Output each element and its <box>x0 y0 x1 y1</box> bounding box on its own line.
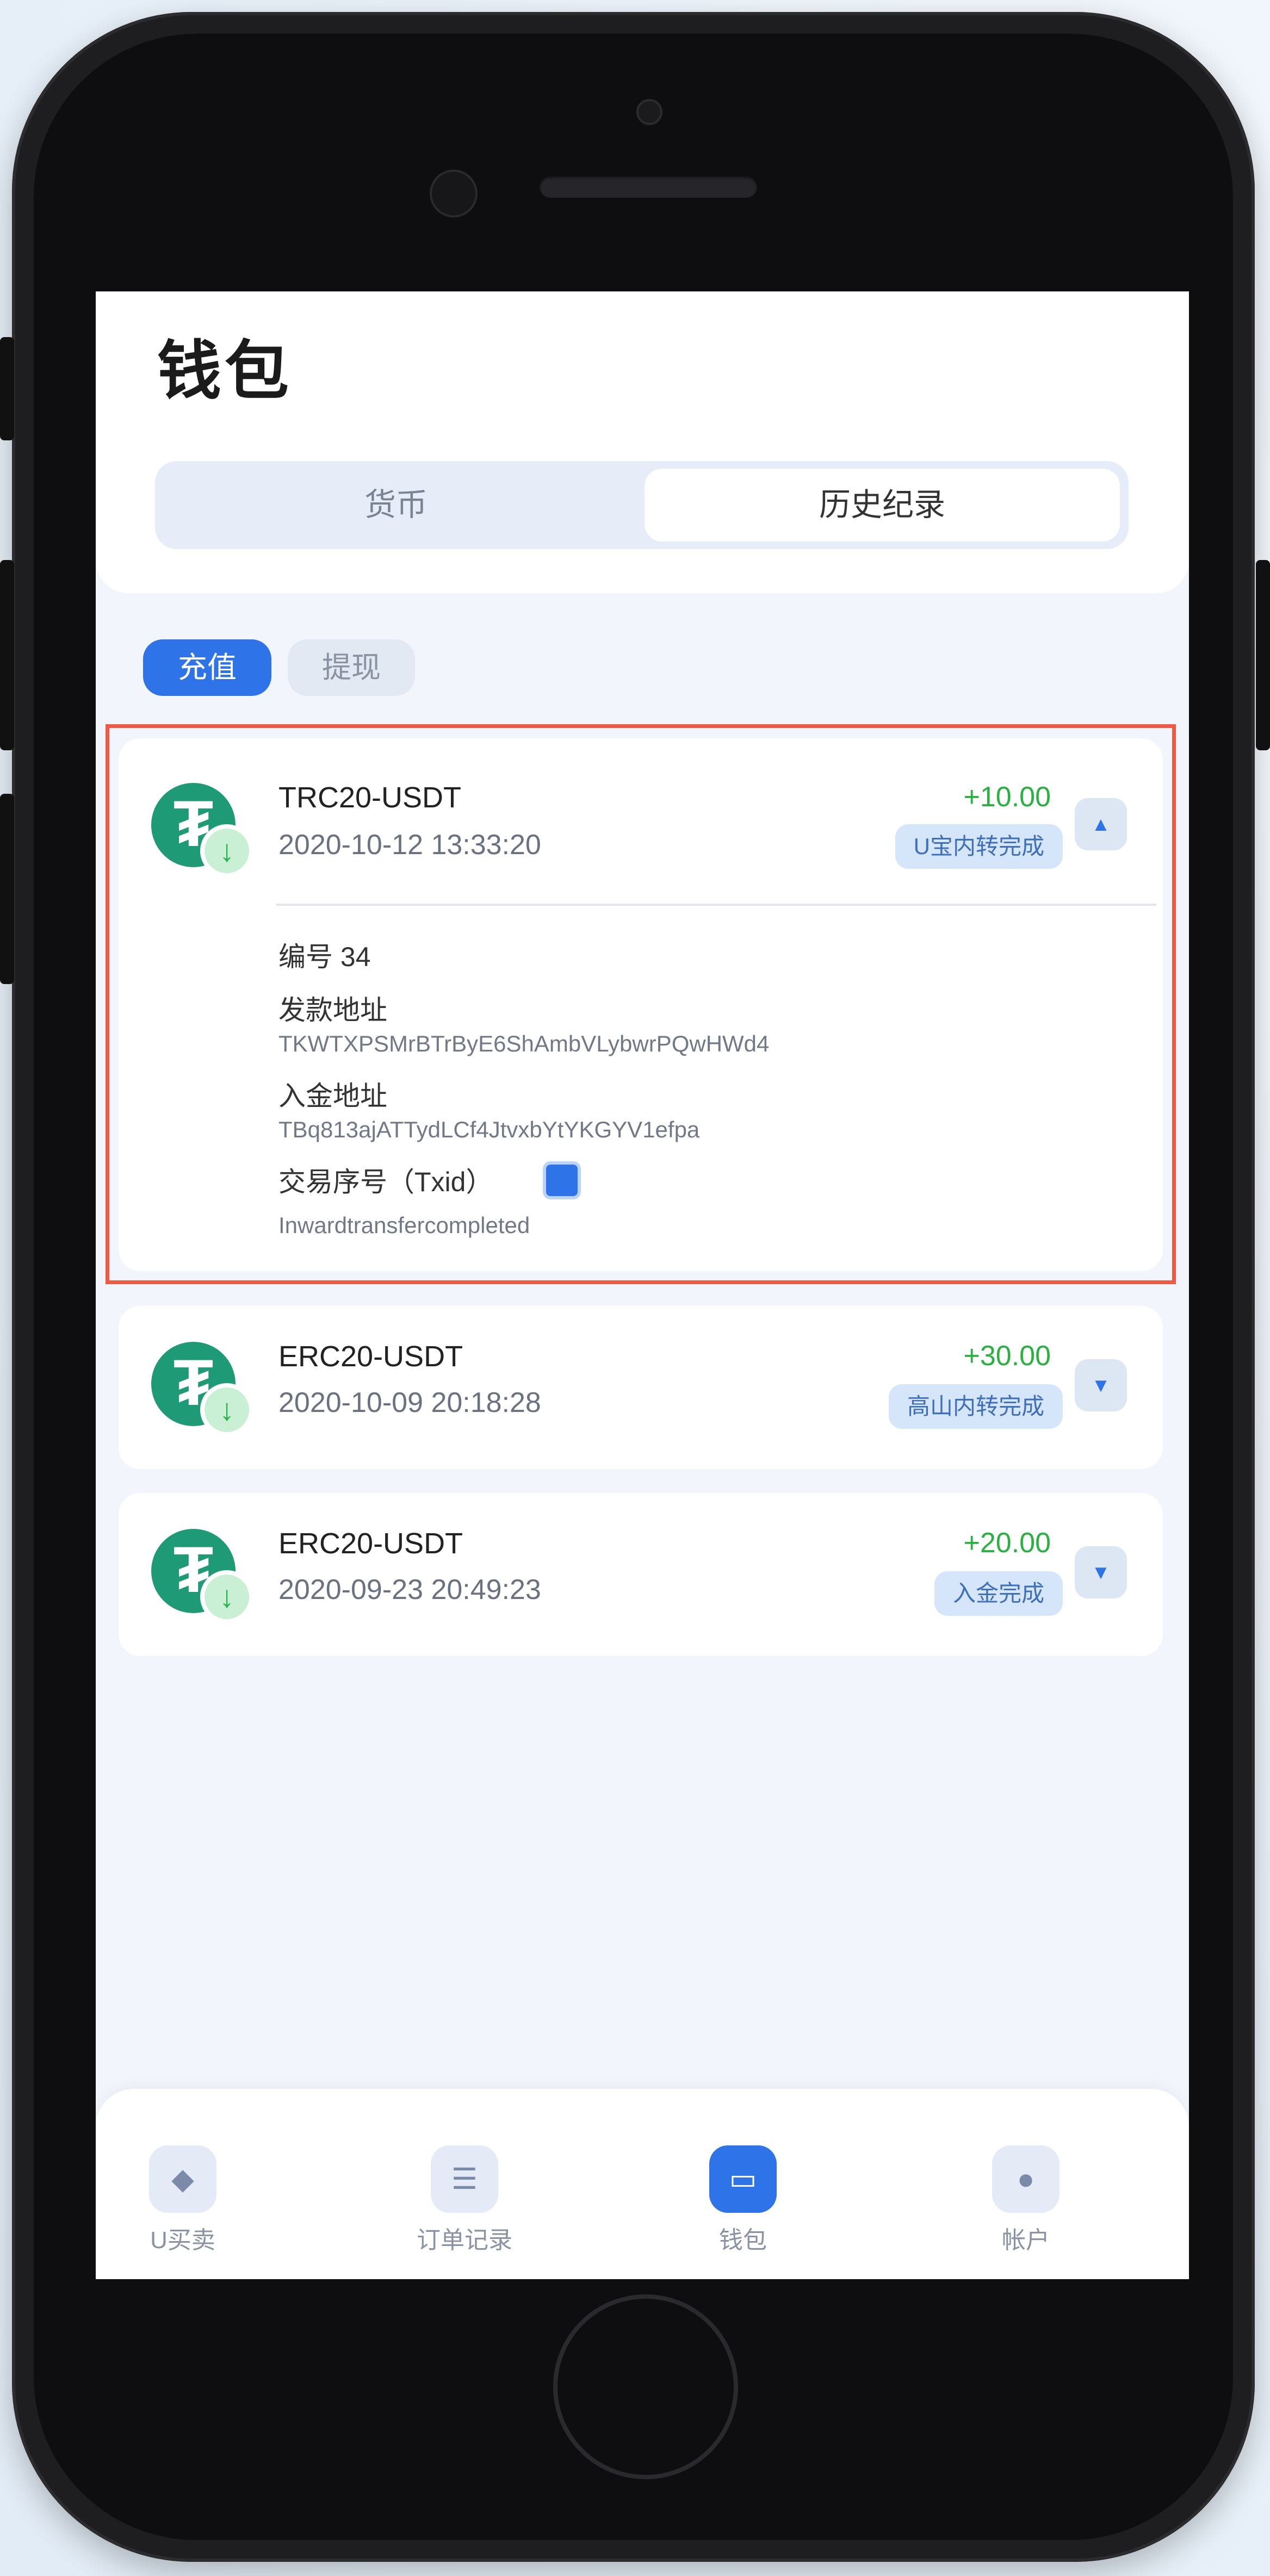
tab-wallet[interactable]: ▭ 钱包 <box>672 2089 814 2279</box>
wallet-icon: ▭ <box>709 2145 777 2213</box>
earpiece-speaker <box>540 176 757 198</box>
tab-label: U买卖 <box>150 2227 215 2254</box>
tab-account[interactable]: ● 帐户 <box>955 2089 1096 2279</box>
proximity-sensor <box>636 99 662 125</box>
record-amount: +20.00 <box>963 1527 1051 1559</box>
status-badge: 入金完成 <box>934 1571 1063 1616</box>
record-amount: +30.00 <box>963 1340 1051 1372</box>
tab-label: 帐户 <box>1002 2227 1050 2254</box>
tab-currency[interactable]: 货币 <box>164 469 628 542</box>
page-title: 钱包 <box>157 335 293 407</box>
expand-toggle-button[interactable]: ▼ <box>1075 1546 1127 1598</box>
record-card[interactable]: ₮ ↓ ERC20-USDT 2020-09-23 20:49:23 +20.0… <box>119 1493 1163 1656</box>
record-time: 2020-10-09 20:18:28 <box>278 1387 541 1418</box>
power-button[interactable] <box>1256 560 1270 750</box>
tab-buy-sell[interactable]: ◆ U买卖 <box>112 2089 253 2279</box>
user-icon: ● <box>992 2145 1060 2213</box>
diamond-icon: ◆ <box>149 2145 216 2213</box>
tab-orders[interactable]: ☰ 订单记录 <box>394 2089 535 2279</box>
tab-history[interactable]: 历史纪录 <box>645 469 1120 542</box>
list-icon: ☰ <box>431 2145 498 2213</box>
volume-up-button[interactable] <box>0 560 14 750</box>
deposit-arrow-icon: ↓ <box>200 1383 253 1436</box>
header: 钱包 货币 历史纪录 <box>96 291 1189 593</box>
tab-label: 订单记录 <box>417 2227 512 2254</box>
record-time: 2020-09-23 20:49:23 <box>278 1574 541 1606</box>
record-coin-name: ERC20-USDT <box>278 1527 463 1560</box>
mute-switch[interactable] <box>0 337 14 440</box>
chevron-down-icon: ▼ <box>1091 1374 1111 1396</box>
home-button[interactable] <box>553 2294 738 2479</box>
filter-deposit-button[interactable]: 充值 <box>143 639 271 696</box>
highlight-box <box>106 724 1176 1284</box>
tab-label: 钱包 <box>719 2227 767 2254</box>
expand-toggle-button[interactable]: ▼ <box>1075 1359 1127 1411</box>
bottom-tab-bar: ◆ U买卖 ☰ 订单记录 ▭ 钱包 ● 帐户 <box>96 2089 1189 2279</box>
status-badge: 高山内转完成 <box>888 1384 1063 1429</box>
record-card[interactable]: ₮ ↓ ERC20-USDT 2020-10-09 20:18:28 +30.0… <box>119 1306 1163 1469</box>
record-coin-name: ERC20-USDT <box>278 1340 463 1373</box>
segmented-control: 货币 历史纪录 <box>155 461 1129 549</box>
app-screen: 钱包 货币 历史纪录 充值 提现 ₮ ↓ TRC20-USDT 2020-10-… <box>96 291 1189 2279</box>
deposit-arrow-icon: ↓ <box>200 1570 253 1623</box>
volume-down-button[interactable] <box>0 794 14 984</box>
filter-withdraw-button[interactable]: 提现 <box>288 639 415 696</box>
front-camera <box>430 170 478 217</box>
chevron-down-icon: ▼ <box>1091 1561 1111 1583</box>
